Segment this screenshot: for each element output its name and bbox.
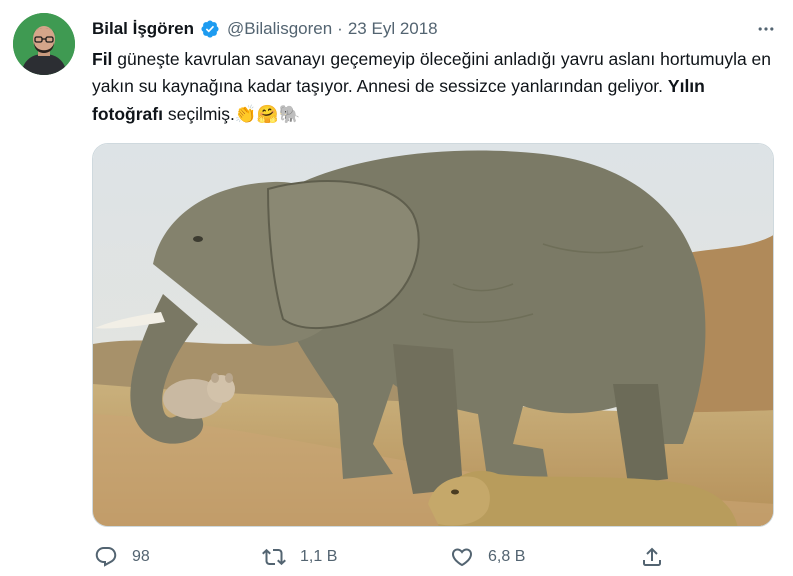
share-icon: [643, 547, 661, 566]
avatar-image: [13, 13, 75, 75]
elephant-photo: [93, 144, 773, 526]
author-name[interactable]: Bilal İşgören: [92, 18, 194, 40]
tweet-actions: 98 1,1 B 6,8 B: [0, 539, 793, 575]
reply-count: 98: [132, 548, 150, 565]
emoji-group: 👏🤗🐘: [234, 103, 301, 124]
reply-icon: [95, 547, 117, 567]
heart-icon: [451, 548, 473, 567]
tweet-date[interactable]: 23 Eyl 2018: [348, 18, 438, 40]
like-button[interactable]: 6,8 B: [450, 539, 525, 575]
separator-dot: ·: [337, 19, 343, 38]
tweet-text: Fil güneşte kavrulan savanayı geçemeyip …: [92, 46, 772, 128]
more-icon: [758, 27, 774, 31]
like-count: 6,8 B: [488, 548, 526, 565]
retweet-icon: [262, 548, 286, 566]
retweet-count: 1,1 B: [300, 548, 338, 565]
share-button[interactable]: [640, 539, 664, 575]
verified-badge-icon: [201, 20, 219, 38]
text-part-2: seçilmiş.: [162, 103, 235, 124]
author-handle[interactable]: @Bilalisgoren: [227, 18, 332, 40]
reply-button[interactable]: 98: [94, 539, 150, 575]
avatar[interactable]: [13, 13, 75, 75]
retweet-button[interactable]: 1,1 B: [262, 539, 337, 575]
bold-text-fil: Fil: [92, 49, 113, 69]
more-options-button[interactable]: [748, 16, 784, 42]
tweet-photo[interactable]: [92, 143, 774, 527]
tweet-header: Bilal İşgören @Bilalisgoren · 23 Eyl 201…: [92, 18, 438, 40]
